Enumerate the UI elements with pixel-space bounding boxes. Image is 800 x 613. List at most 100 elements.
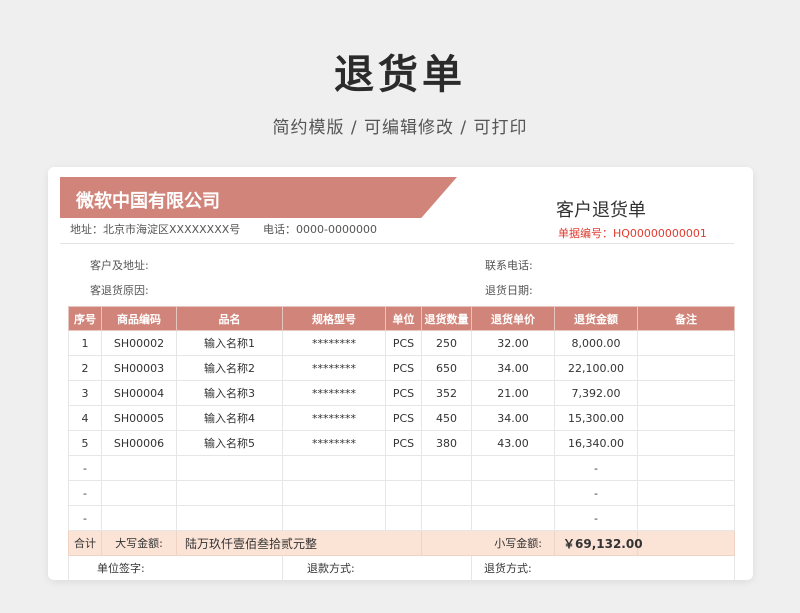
table-cell	[385, 505, 422, 531]
table-cell: 352	[421, 380, 472, 406]
table-cell: 250	[421, 330, 472, 356]
table-cell: 15,300.00	[554, 405, 638, 431]
col-header: 单位	[385, 306, 422, 331]
table-row: --	[68, 455, 735, 481]
table-cell	[176, 505, 283, 531]
total-row: 合计 大写金额: 陆万玖仟壹佰叁拾贰元整 小写金额: ￥69,132.00	[68, 530, 735, 556]
table-cell	[101, 455, 177, 481]
table-cell	[282, 505, 386, 531]
table-cell: PCS	[385, 355, 422, 381]
table-cell: 650	[421, 355, 472, 381]
table-cell: 5	[68, 430, 102, 456]
return-reason-label: 客退货原因:	[90, 284, 149, 297]
table-cell: SH00002	[101, 330, 177, 356]
company-name: 微软中国有限公司	[76, 191, 220, 212]
table-cell	[282, 480, 386, 506]
table-cell: 2	[68, 355, 102, 381]
table-cell: -	[68, 480, 102, 506]
col-header: 序号	[68, 306, 102, 331]
table-cell	[282, 455, 386, 481]
table-cell: PCS	[385, 330, 422, 356]
table-cell: 7,392.00	[554, 380, 638, 406]
table-cell: 43.00	[471, 430, 555, 456]
page-title: 退货单	[334, 52, 466, 98]
upper-amount-value: 陆万玖仟壹佰叁拾贰元整	[176, 530, 422, 556]
document-title: 客户退货单	[556, 200, 646, 221]
table-cell: -	[68, 505, 102, 531]
table-cell	[471, 505, 555, 531]
table-cell: 380	[421, 430, 472, 456]
table-row: 4 SH00005 输入名称4 ******** PCS 450 34.00 15,300.0…	[68, 405, 735, 431]
table-cell: ********	[282, 355, 386, 381]
total-label: 合计	[68, 530, 102, 556]
table-cell	[385, 480, 422, 506]
table-cell: 输入名称1	[176, 330, 283, 356]
col-header: 退货单价	[471, 306, 555, 331]
table-cell	[637, 480, 735, 506]
table-cell: SH00004	[101, 380, 177, 406]
table-cell	[637, 380, 735, 406]
table-row: 3 SH00004 输入名称3 ******** PCS 352 21.00 7,392.00	[68, 380, 735, 406]
table-cell: 1	[68, 330, 102, 356]
upper-amount-label: 大写金额:	[101, 530, 177, 556]
table-cell: SH00005	[101, 405, 177, 431]
table-cell	[176, 455, 283, 481]
table-cell	[101, 480, 177, 506]
company-address: 地址：北京市海淀区XXXXXXXX号	[70, 223, 241, 236]
table-cell: PCS	[385, 405, 422, 431]
table-cell	[637, 455, 735, 481]
table-cell: 输入名称5	[176, 430, 283, 456]
lower-amount-label: 小写金额:	[421, 530, 555, 556]
lower-amount-value: ￥69,132.00	[554, 530, 643, 556]
table-cell: -	[554, 455, 638, 481]
table-cell	[637, 330, 735, 356]
table-cell	[637, 505, 735, 531]
table-cell: PCS	[385, 430, 422, 456]
table-cell: 450	[421, 405, 472, 431]
col-header: 规格型号	[282, 306, 386, 331]
table-cell: 34.00	[471, 355, 555, 381]
table-cell	[637, 430, 735, 456]
table-cell: 3	[68, 380, 102, 406]
table-cell	[471, 480, 555, 506]
return-items-table: 序号 商品编码 品名 规格型号 单位 退货数量 退货单价 退货金额 备注 1 SH…	[68, 306, 735, 580]
return-form-sheet: 微软中国有限公司 客户退货单 单据编号：HQ00000000001 地址：北京市…	[48, 167, 753, 580]
table-cell	[176, 480, 283, 506]
table-cell: 输入名称4	[176, 405, 283, 431]
return-method-label: 退货方式:	[471, 555, 735, 580]
company-phone: 电话：0000-0000000	[263, 223, 377, 236]
col-header: 退货数量	[421, 306, 472, 331]
table-row: 2 SH00003 输入名称2 ******** PCS 650 34.00 22,100.0…	[68, 355, 735, 381]
table-cell: 输入名称3	[176, 380, 283, 406]
customer-address-label: 客户及地址:	[90, 259, 149, 272]
table-cell: ********	[282, 330, 386, 356]
table-row: 1 SH00002 输入名称1 ******** PCS 250 32.00 8,000.00	[68, 330, 735, 356]
table-cell: ********	[282, 405, 386, 431]
col-header: 商品编码	[101, 306, 177, 331]
table-cell: PCS	[385, 380, 422, 406]
contact-phone-label: 联系电话:	[485, 259, 533, 272]
table-header-row: 序号 商品编码 品名 规格型号 单位 退货数量 退货单价 退货金额 备注	[68, 306, 735, 331]
table-cell: ********	[282, 380, 386, 406]
table-row: --	[68, 505, 735, 531]
table-row: 5 SH00006 输入名称5 ******** PCS 380 43.00 16,340.0…	[68, 430, 735, 456]
return-date-label: 退货日期:	[485, 284, 533, 297]
table-cell	[637, 355, 735, 381]
table-cell: SH00006	[101, 430, 177, 456]
table-row: --	[68, 480, 735, 506]
signature-row: 单位签字: 退款方式: 退货方式:	[68, 555, 735, 580]
table-cell: -	[68, 455, 102, 481]
table-cell: SH00003	[101, 355, 177, 381]
table-cell: ********	[282, 430, 386, 456]
col-header: 备注	[637, 306, 735, 331]
table-cell	[471, 455, 555, 481]
document-number: 单据编号：HQ00000000001	[558, 227, 707, 240]
col-header: 品名	[176, 306, 283, 331]
unit-sign-label: 单位签字:	[68, 555, 283, 580]
col-header: 退货金额	[554, 306, 638, 331]
table-cell	[421, 505, 472, 531]
table-cell: 输入名称2	[176, 355, 283, 381]
table-cell	[637, 405, 735, 431]
total-empty-cell	[637, 530, 735, 556]
table-cell	[101, 505, 177, 531]
